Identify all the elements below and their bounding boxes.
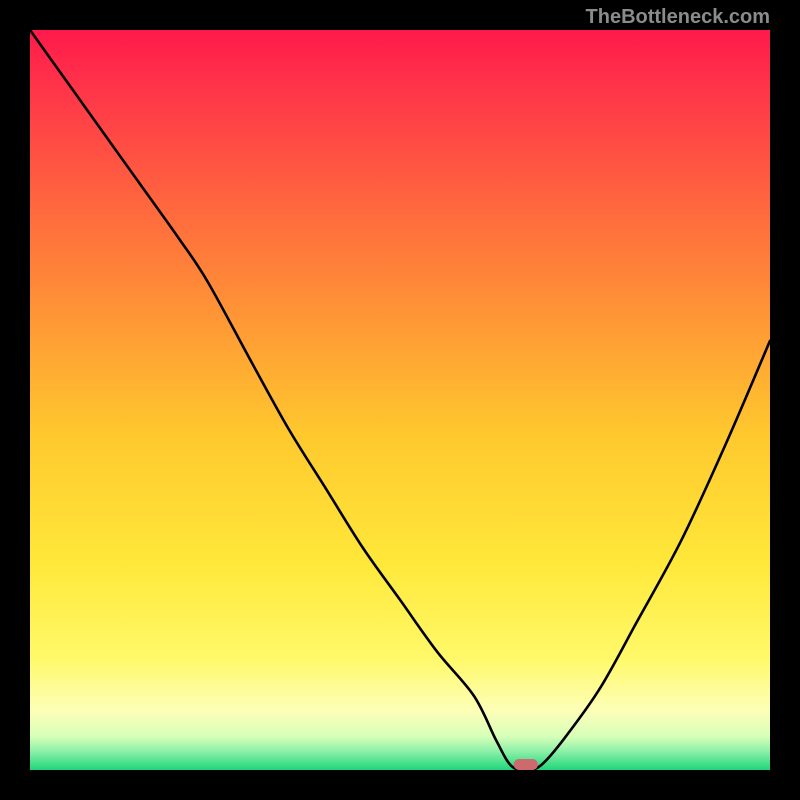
plot-area: [30, 30, 770, 770]
curve-layer: [30, 30, 770, 770]
chart-container: TheBottleneck.com: [0, 0, 800, 800]
marker-point: [514, 759, 538, 770]
bottleneck-curve: [30, 30, 770, 770]
watermark-text: TheBottleneck.com: [586, 6, 770, 29]
